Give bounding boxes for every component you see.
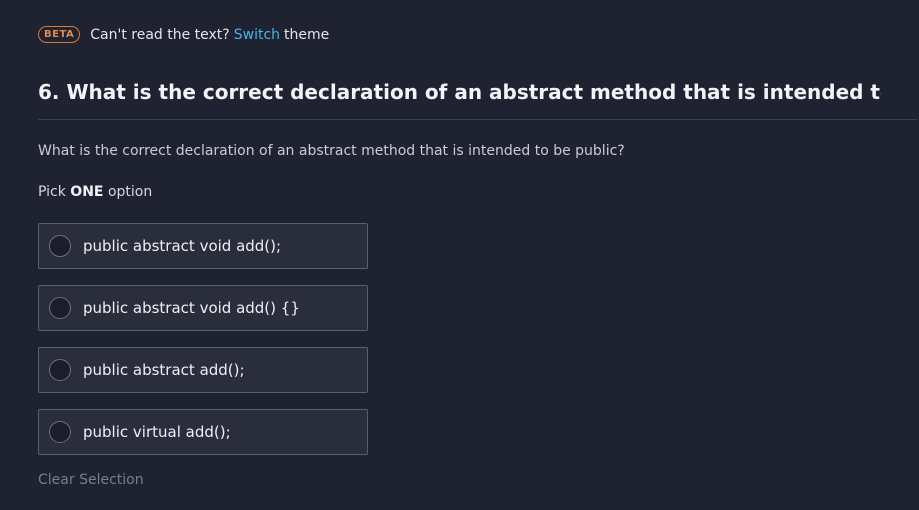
radio-button[interactable] [49,235,71,257]
radio-button[interactable] [49,359,71,381]
banner-text: Can't read the text? [90,26,230,43]
option-label: public virtual add(); [83,423,231,441]
banner-theme-text: theme [284,26,330,43]
clear-selection-button[interactable]: Clear Selection [38,472,144,488]
option-label: public abstract void add() {} [83,299,300,317]
question-text: What is the correct declaration of an ab… [38,143,625,159]
beta-badge: BETA [38,26,81,43]
option-3[interactable]: public abstract add(); [38,347,368,393]
beta-banner: BETA Can't read the text? Switch theme [38,26,329,43]
question-title: 6. What is the correct declaration of an… [38,80,881,104]
title-divider [38,119,917,120]
pick-suffix: option [107,184,153,200]
radio-button[interactable] [49,421,71,443]
option-4[interactable]: public virtual add(); [38,409,368,455]
pick-emphasis: ONE [70,184,104,200]
pick-prefix: Pick [38,184,66,200]
question-page: BETA Can't read the text? Switch theme 6… [0,0,919,510]
option-1[interactable]: public abstract void add(); [38,223,368,269]
radio-button[interactable] [49,297,71,319]
option-label: public abstract void add(); [83,237,282,255]
option-2[interactable]: public abstract void add() {} [38,285,368,331]
option-label: public abstract add(); [83,361,245,379]
switch-theme-link[interactable]: Switch [234,27,280,43]
pick-instruction: Pick ONE option [38,184,152,200]
